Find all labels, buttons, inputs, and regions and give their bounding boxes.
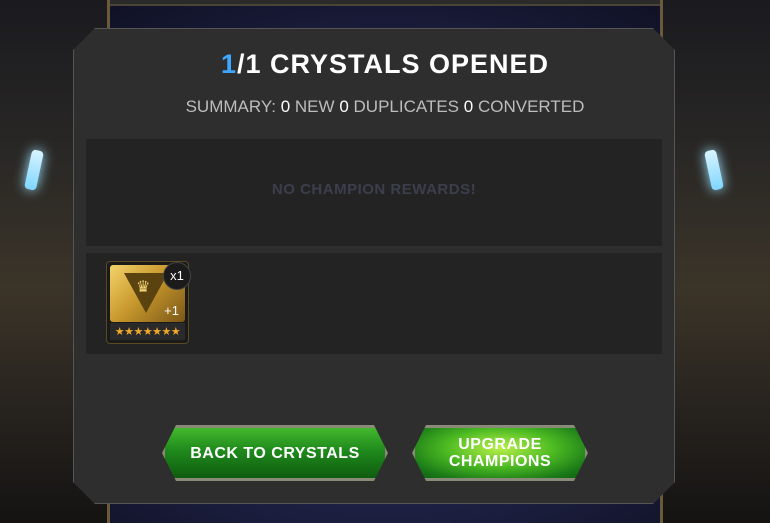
new-label: NEW bbox=[294, 97, 335, 116]
quantity-badge: x1 bbox=[163, 262, 191, 290]
top-frame-bar bbox=[0, 0, 770, 6]
opened-count: 1 bbox=[220, 49, 237, 79]
class-emblem-icon: ♛ bbox=[136, 277, 151, 296]
summary-prefix: SUMMARY: bbox=[185, 97, 276, 116]
back-to-crystals-button[interactable]: BACK TO CRYSTALS bbox=[162, 425, 388, 481]
duplicates-count: 0 bbox=[339, 97, 349, 116]
upgrade-champions-button[interactable]: UPGRADE CHAMPIONS bbox=[412, 425, 588, 481]
star-rating: ★★★★★★★ bbox=[110, 323, 185, 340]
new-count: 0 bbox=[280, 97, 291, 116]
champion-rewards-box: NO CHAMPION REWARDS! bbox=[86, 139, 662, 246]
converted-label: CONVERTED bbox=[477, 97, 585, 116]
page-title: 1/1 CRYSTALS OPENED bbox=[0, 49, 770, 80]
title-text: /1 CRYSTALS OPENED bbox=[236, 49, 550, 79]
summary-line: SUMMARY: 0 NEW 0 DUPLICATES 0 CONVERTED bbox=[0, 97, 770, 117]
item-bonus-label: +1 bbox=[164, 303, 179, 318]
converted-count: 0 bbox=[463, 97, 474, 116]
no-rewards-message: NO CHAMPION REWARDS! bbox=[271, 181, 477, 198]
duplicates-label: DUPLICATES bbox=[353, 97, 460, 116]
